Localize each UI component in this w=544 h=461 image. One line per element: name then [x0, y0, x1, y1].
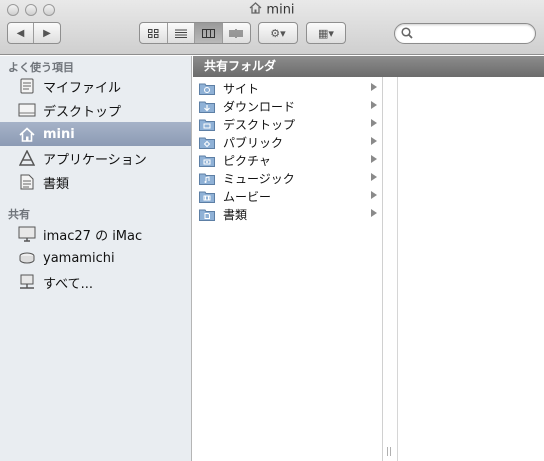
list-item-downloads[interactable]: ダウンロード [193, 97, 382, 115]
list-item-label: ミュージック [223, 171, 295, 186]
icon-view-icon [147, 28, 159, 38]
network-icon [18, 273, 36, 291]
list-item-sites[interactable]: サイト [193, 79, 382, 97]
search-icon [401, 27, 413, 42]
arrange-menu-button[interactable]: ▦▾ [306, 22, 346, 44]
sidebar-item-label: すべて... [43, 276, 93, 292]
list-item-label: サイト [223, 81, 260, 96]
shared-header: 共有 [8, 208, 30, 221]
disclosure-arrow-icon [371, 209, 377, 217]
sidebar-item-label: アプリケーション [43, 152, 147, 168]
list-item-label: 書類 [223, 207, 248, 222]
back-forward-control: ◀ ▶ [7, 22, 61, 44]
action-menu-button[interactable]: ⚙▾ [258, 22, 298, 44]
column-resize-handle[interactable]: || [386, 447, 392, 457]
disclosure-arrow-icon [371, 101, 377, 109]
home-icon [18, 125, 36, 143]
desktop-icon [18, 101, 36, 119]
disclosure-arrow-icon [371, 173, 377, 181]
home-icon [249, 2, 262, 18]
movies-folder-icon [199, 190, 215, 203]
list-item-label: ムービー [223, 189, 272, 204]
sidebar-item-desktop[interactable]: デスクトップ [0, 98, 191, 122]
browser-column-2 [384, 77, 398, 461]
sidebar-item-imac[interactable]: imac27 の iMac [0, 222, 191, 246]
icon-view-button[interactable] [140, 23, 168, 43]
back-arrow-icon: ◀ [16, 27, 25, 39]
view-mode-control [139, 22, 251, 44]
sidebar-item-mini[interactable]: mini [0, 122, 191, 146]
pictures-folder-icon [199, 154, 215, 167]
computer-icon [18, 225, 36, 243]
documents-icon [18, 173, 36, 191]
sites-folder-icon [199, 82, 215, 95]
sidebar-item-label: mini [43, 126, 75, 142]
list-item-label: ピクチャ [223, 153, 271, 168]
desktop-folder-icon [199, 118, 215, 131]
favorites-header: よく使う項目 [8, 61, 74, 74]
back-button[interactable]: ◀ [8, 23, 34, 43]
list-item-desktop[interactable]: デスクトップ [193, 115, 382, 133]
window-title: mini [0, 2, 544, 18]
list-item-label: パブリック [223, 135, 284, 150]
sidebar-item-yamamichi[interactable]: yamamichi [0, 246, 191, 270]
sidebar-item-label: マイファイル [43, 80, 122, 96]
music-folder-icon [199, 172, 215, 185]
forward-arrow-icon: ▶ [43, 27, 51, 39]
disclosure-arrow-icon [371, 83, 377, 91]
list-item-documents[interactable]: 書類 [193, 205, 382, 223]
column-header: 共有フォルダ [193, 56, 544, 77]
search-field[interactable] [394, 23, 536, 44]
search-input[interactable] [417, 26, 529, 41]
list-item-label: デスクトップ [223, 117, 296, 132]
list-item-label: ダウンロード [223, 99, 296, 114]
list-item-movies[interactable]: ムービー [193, 187, 382, 205]
arrange-icon: ▦▾ [318, 26, 334, 40]
browser-column-1: サイト ダウンロード デスクトップ パブリック ピクチャ ミュージック ムービー… [193, 77, 383, 461]
cover-flow-button[interactable] [223, 23, 250, 43]
network-disk-icon [18, 249, 36, 267]
sidebar-item-my-files[interactable]: マイファイル [0, 74, 191, 98]
gear-icon: ⚙▾ [270, 26, 286, 40]
sidebar-item-documents[interactable]: 書類 [0, 170, 191, 194]
sidebar: よく使う項目 マイファイル デスクトップ mini アプリケーション 書類 共有… [0, 56, 192, 461]
list-item-music[interactable]: ミュージック [193, 169, 382, 187]
disclosure-arrow-icon [371, 137, 377, 145]
column-view-button[interactable] [195, 23, 223, 43]
disclosure-arrow-icon [371, 191, 377, 199]
column-view-icon [201, 28, 215, 38]
browser-column-3 [399, 77, 544, 461]
all-my-files-icon [18, 77, 36, 95]
documents-folder-icon [199, 208, 215, 221]
disclosure-arrow-icon [371, 155, 377, 163]
forward-button[interactable]: ▶ [34, 23, 60, 43]
applications-icon [18, 149, 36, 167]
sidebar-item-all[interactable]: すべて... [0, 270, 191, 294]
list-view-button[interactable] [168, 23, 195, 43]
sidebar-item-label: デスクトップ [43, 104, 122, 120]
list-item-public[interactable]: パブリック [193, 133, 382, 151]
list-item-pictures[interactable]: ピクチャ [193, 151, 382, 169]
sidebar-item-label: 書類 [43, 176, 70, 192]
sidebar-item-applications[interactable]: アプリケーション [0, 146, 191, 170]
public-folder-icon [199, 136, 215, 149]
disclosure-arrow-icon [371, 119, 377, 127]
cover-flow-icon [229, 28, 243, 38]
window-title-text: mini [266, 2, 295, 18]
title-bar: mini ◀ ▶ ⚙▾ ▦▾ [0, 0, 544, 55]
list-view-icon [174, 29, 187, 38]
sidebar-item-label: yamamichi [43, 250, 115, 266]
sidebar-item-label: imac27 の iMac [43, 228, 143, 244]
downloads-folder-icon [199, 100, 215, 113]
